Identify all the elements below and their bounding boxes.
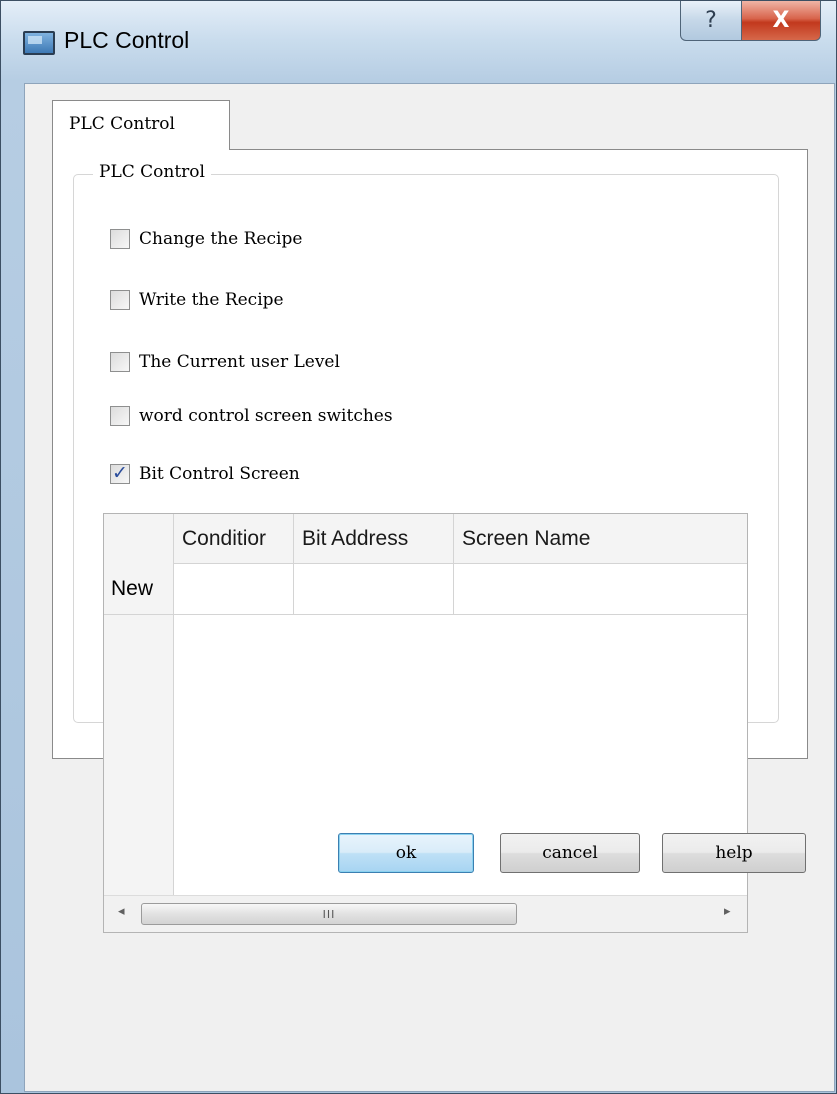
close-button[interactable]: X: [741, 1, 821, 41]
scroll-thumb[interactable]: III: [141, 903, 517, 925]
table-row-new[interactable]: New: [104, 563, 747, 615]
help-titlebar-button[interactable]: ?: [680, 1, 742, 41]
dialog-client-area: PLC Control PLC Control Change the Recip…: [24, 83, 835, 1092]
cell-bit-address[interactable]: [294, 563, 454, 614]
plc-control-dialog: PLC Control ? X PLC Control PLC Control …: [0, 0, 837, 1094]
question-mark-icon: ?: [705, 8, 717, 33]
window-title: PLC Control: [64, 27, 190, 53]
option-label: word control screen switches: [139, 406, 393, 426]
title-bar[interactable]: PLC Control ? X: [1, 1, 836, 83]
option-label: The Current user Level: [139, 352, 340, 372]
checkbox[interactable]: [110, 229, 130, 249]
tab-label: PLC Control: [69, 114, 175, 134]
checkbox[interactable]: [110, 352, 130, 372]
row-header-gutter: [104, 615, 174, 895]
checkbox[interactable]: [110, 406, 130, 426]
option-label: Bit Control Screen: [139, 464, 300, 484]
cell-condition[interactable]: [174, 563, 294, 614]
help-button[interactable]: help: [662, 833, 806, 873]
corner-header: [104, 514, 174, 563]
scroll-right-icon[interactable]: ▸: [724, 904, 731, 919]
option-word-control-screen[interactable]: word control screen switches: [110, 406, 393, 426]
checkbox-checked[interactable]: [110, 462, 130, 484]
tab-plc-control[interactable]: PLC Control: [52, 100, 230, 150]
column-header-bit-address[interactable]: Bit Address: [294, 514, 454, 563]
column-header-screen-name[interactable]: Screen Name: [454, 514, 747, 563]
checkbox[interactable]: [110, 290, 130, 310]
row-header-new[interactable]: New: [104, 563, 174, 614]
cancel-button[interactable]: cancel: [500, 833, 640, 873]
ok-button[interactable]: ok: [338, 833, 474, 873]
close-icon: X: [772, 8, 790, 33]
horizontal-scrollbar[interactable]: ◂ III ▸: [104, 895, 747, 932]
option-label: Write the Recipe: [139, 290, 284, 310]
option-change-recipe[interactable]: Change the Recipe: [110, 229, 302, 249]
groupbox-label: PLC Control: [93, 162, 211, 182]
option-current-user-level[interactable]: The Current user Level: [110, 352, 340, 372]
app-window-icon: [23, 31, 55, 55]
option-bit-control-screen[interactable]: Bit Control Screen: [110, 462, 300, 484]
grip-icon: III: [322, 907, 336, 921]
option-label: Change the Recipe: [139, 229, 303, 249]
option-write-recipe[interactable]: Write the Recipe: [110, 290, 284, 310]
table-header-row: Conditior Bit Address Screen Name: [104, 514, 747, 564]
column-header-condition[interactable]: Conditior: [174, 514, 294, 563]
scroll-left-icon[interactable]: ◂: [118, 904, 125, 919]
cell-screen-name[interactable]: [454, 563, 747, 614]
